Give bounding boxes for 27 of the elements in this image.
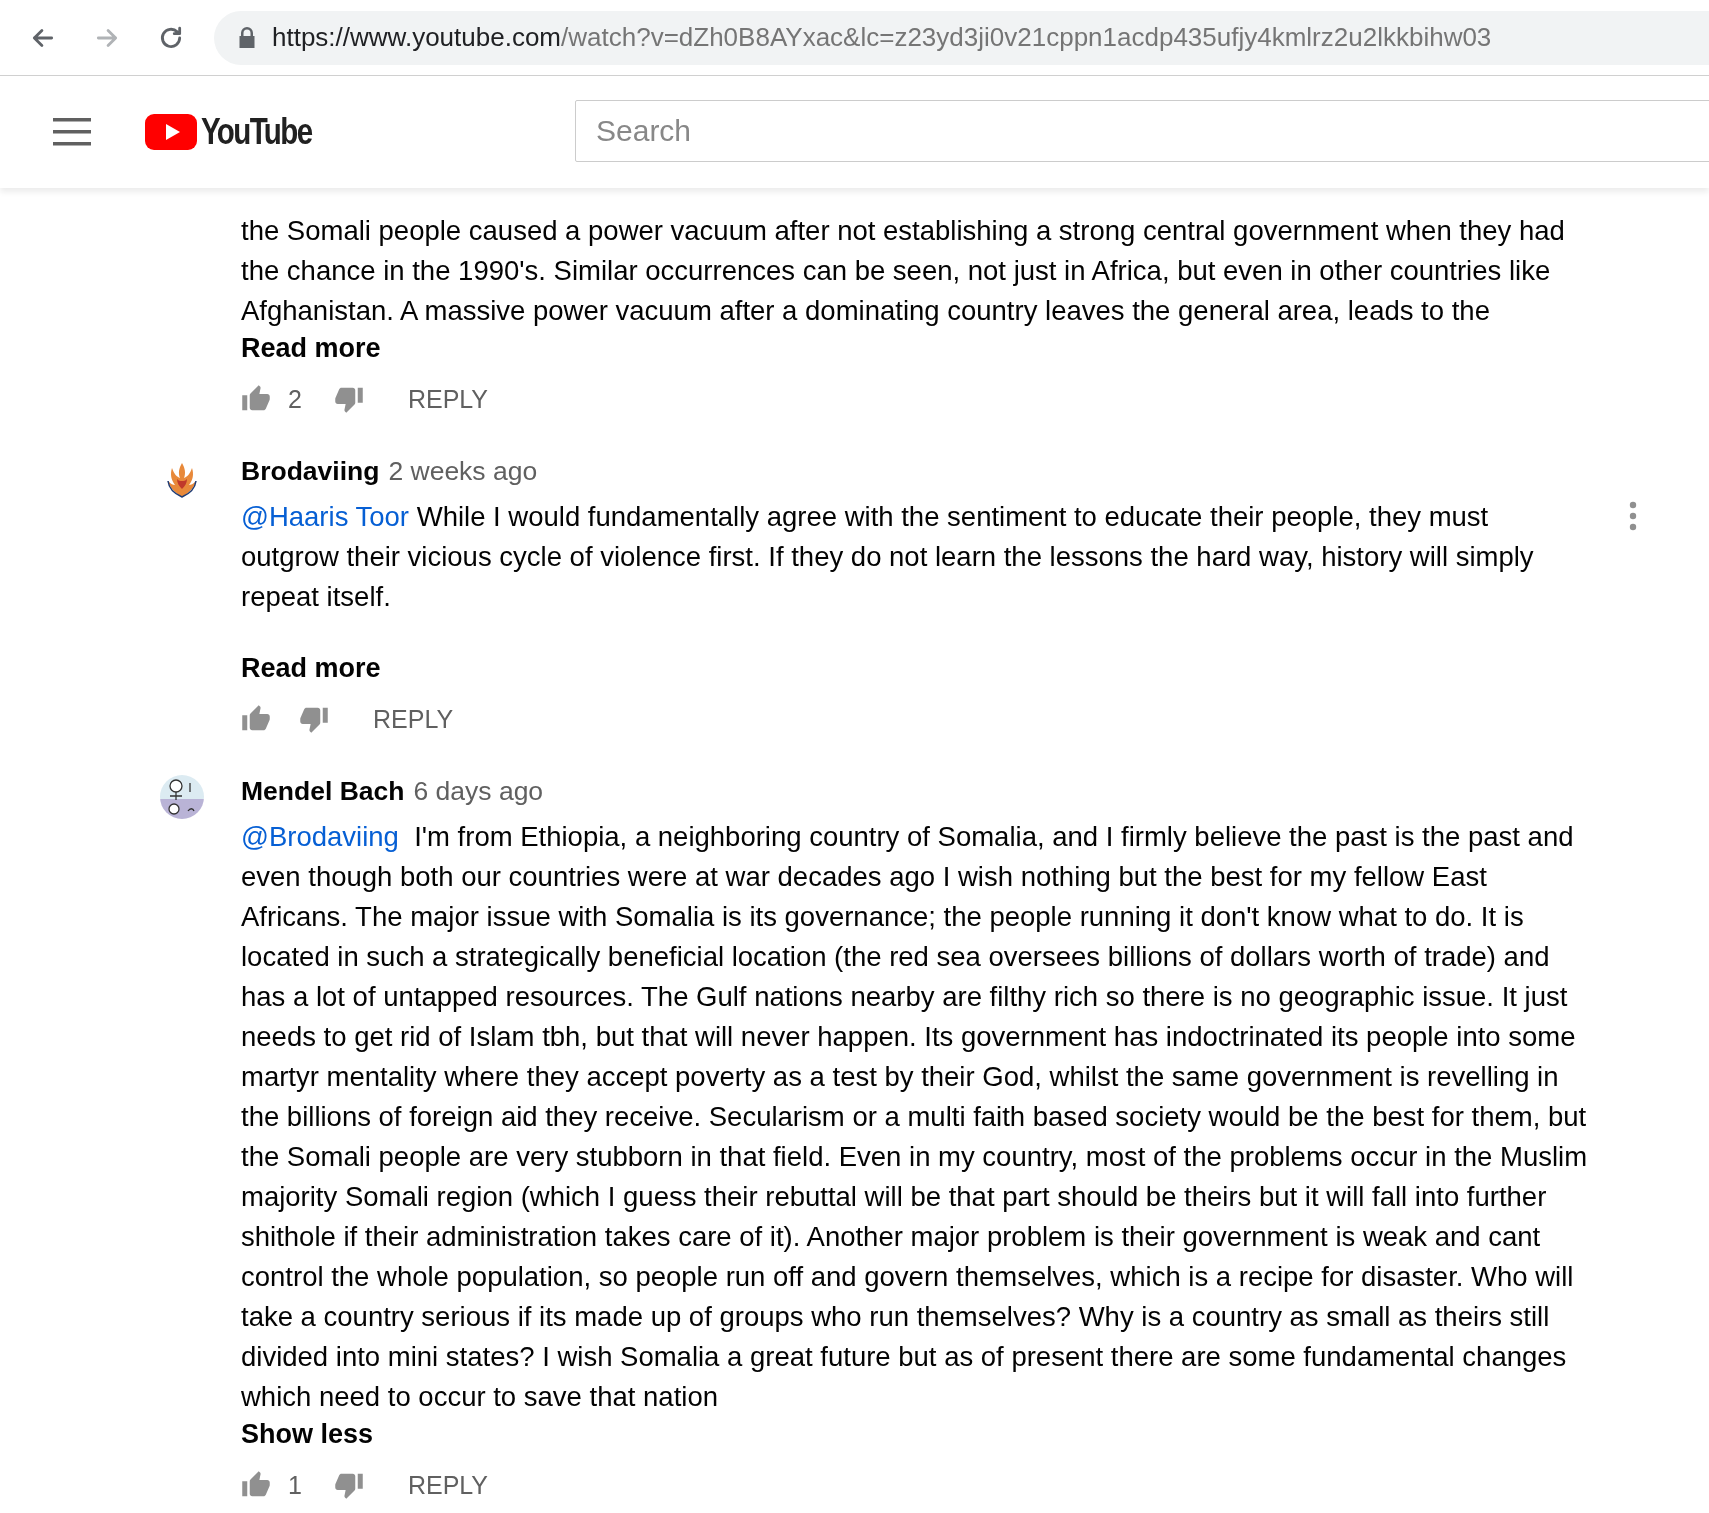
mention-link[interactable]: @Haaris Toor: [241, 501, 410, 532]
comment-text: the Somali people caused a power vacuum after not establishing a strong central government when they had the chance in the 1990's. Similar occurrences can be seen, not just in Africa, but even in other countries like Afghanistan. A massive power vacuum after a dominating country leaves the general area, leads to the: [241, 214, 1566, 328]
search-field[interactable]: Search: [575, 100, 1709, 162]
expand-link[interactable]: Show less: [241, 1417, 374, 1451]
reload-icon[interactable]: [158, 24, 184, 51]
comment-text: @Brodaviing I'm from Ethiopia, a neighboring country of Somalia, and I firmly believe the past is the past and even though both our countries were at war decades ago I wish nothing but the best for my fellow East Africans. The major issue with Somalia is its governance; the people running it don't know what to do. It is located in such a strategically beneficial location (the red sea oversees billions of dollars worth of trade) and has a lot of untapped resources. The Gulf nations nearby are filthy rich so there is no geographic issue. It just needs to get rid of Islam tbh, but that will never happen. Its government has indoctrinated its people into some martyr mentality where they accept poverty as a test by their God, whilst the same government is revelling in the billions of foreign aid they receive. Secularism or a multi faith based society would be the best for them, but the Somali people are very stubborn in that field. Even in my country, most of the problems occur in the Muslim majority Somali region (which I guess their rebuttal will be that part should be theirs but it will fall into further shithole if their administration takes care of it). Another major problem is their government is weak and cant control the whole population, so people run off and govern themselves, which is a recipe for disaster. Who will take a country serious if its made up of groups who run themselves? Why is a country as small as theirs still divided into mini states? I wish Somalia a great future but as of present there are some fundamental changes which need to occur to save that nation: [241, 820, 1589, 1414]
author-name[interactable]: Brodaviing: [241, 453, 380, 489]
play-logo-icon[interactable]: [145, 114, 197, 150]
doodle-avatar-icon[interactable]: [160, 775, 204, 819]
comment-time[interactable]: 6 days ago: [413, 773, 544, 809]
like-count: 2: [288, 384, 302, 414]
reply-button[interactable]: REPLY: [407, 384, 489, 414]
menu-icon[interactable]: [53, 118, 91, 146]
address-bar[interactable]: https://www.youtube.com/watch?v=dZh0B8AYxac&lc=z23yd3ji0v21cppn1acdp435ufjy4kmlrz2u2lkkbihw03: [214, 10, 1709, 65]
url-text: https://www.youtube.com/watch?v=dZh0B8AYxac&lc=z23yd3ji0v21cppn1acdp435ufjy4kmlrz2u2lkkbihw03: [272, 22, 1492, 53]
like-count: 1: [288, 1470, 302, 1500]
mention-link[interactable]: @Brodaviing: [241, 821, 399, 852]
reply-button[interactable]: REPLY: [407, 1470, 489, 1500]
lock-icon: [238, 26, 256, 49]
comment-time[interactable]: 2 weeks ago: [388, 453, 538, 489]
expand-link[interactable]: Read more: [241, 331, 381, 365]
author-name[interactable]: Mendel Bach: [241, 773, 405, 809]
more-options-icon[interactable]: [1628, 501, 1638, 531]
reply-button[interactable]: REPLY: [373, 704, 454, 734]
expand-link[interactable]: Read more: [241, 651, 381, 685]
logo-text[interactable]: YouTube: [201, 111, 312, 153]
comment-text: @Haaris Toor While I would fundamentally agree with the sentiment to educate their people, they must outgrow their vicious cycle of violence first. If they do not learn the lessons the hard way, history will simply repeat itself.: [241, 500, 1535, 614]
